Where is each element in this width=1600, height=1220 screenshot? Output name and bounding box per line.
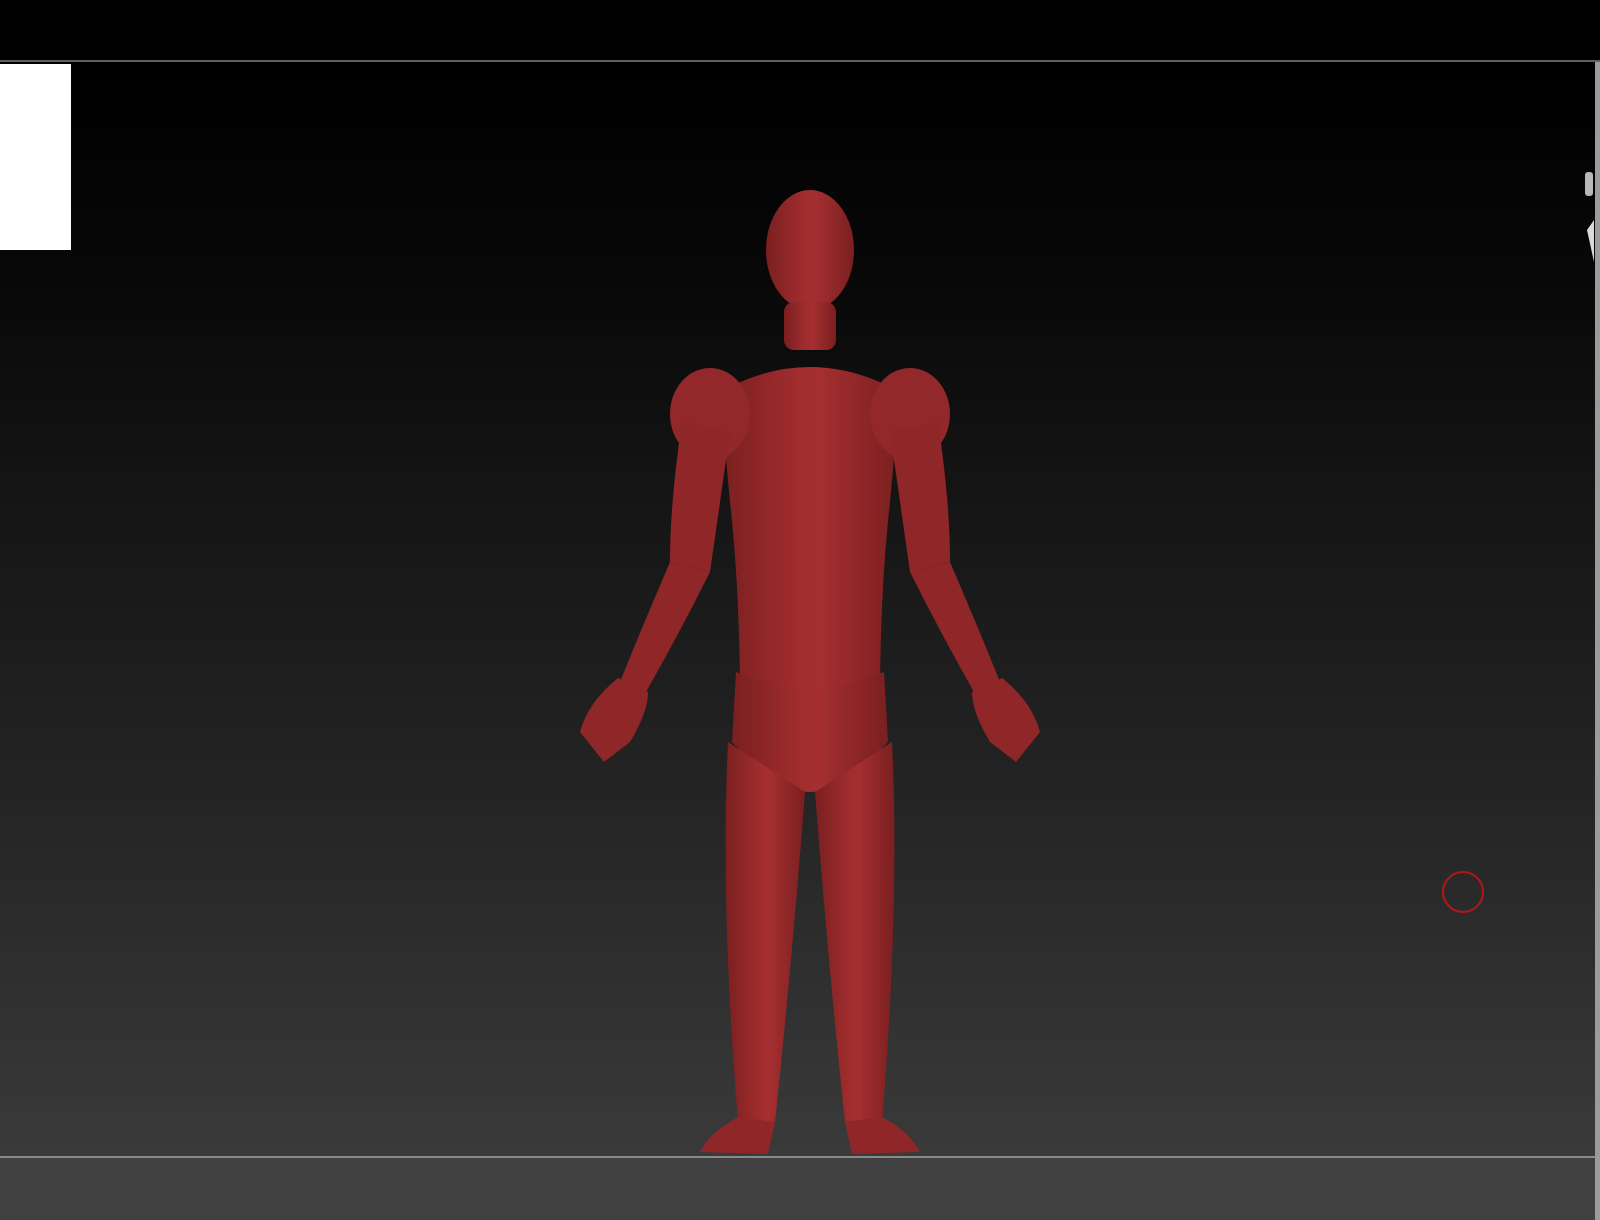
left-upper-arm bbox=[670, 422, 730, 572]
3d-viewport[interactable] bbox=[0, 62, 1595, 1156]
left-foot bbox=[700, 1117, 775, 1154]
bottom-toolbar bbox=[0, 1158, 1597, 1220]
left-forearm bbox=[620, 562, 710, 692]
sculpt-app bbox=[0, 0, 1600, 1220]
neck bbox=[784, 302, 836, 350]
target-circle-icon[interactable] bbox=[1442, 871, 1484, 913]
left-leg bbox=[725, 742, 805, 1122]
navigation-gizmo-icon[interactable] bbox=[1584, 152, 1595, 312]
top-toolbar bbox=[0, 0, 1600, 60]
right-upper-arm bbox=[890, 422, 950, 572]
right-forearm bbox=[910, 562, 1000, 692]
right-hand bbox=[972, 678, 1040, 762]
right-leg bbox=[815, 742, 895, 1122]
white-panel bbox=[0, 64, 71, 250]
human-model[interactable] bbox=[560, 142, 1060, 1156]
right-border bbox=[1595, 62, 1600, 1220]
head bbox=[766, 190, 854, 310]
left-hand bbox=[580, 678, 648, 762]
right-foot bbox=[845, 1117, 920, 1154]
